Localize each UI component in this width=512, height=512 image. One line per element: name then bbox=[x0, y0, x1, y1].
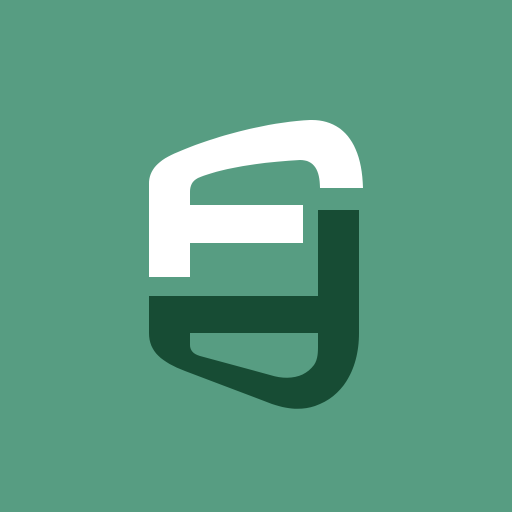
fd-monogram-icon bbox=[149, 119, 363, 409]
app-icon-background bbox=[0, 0, 512, 512]
